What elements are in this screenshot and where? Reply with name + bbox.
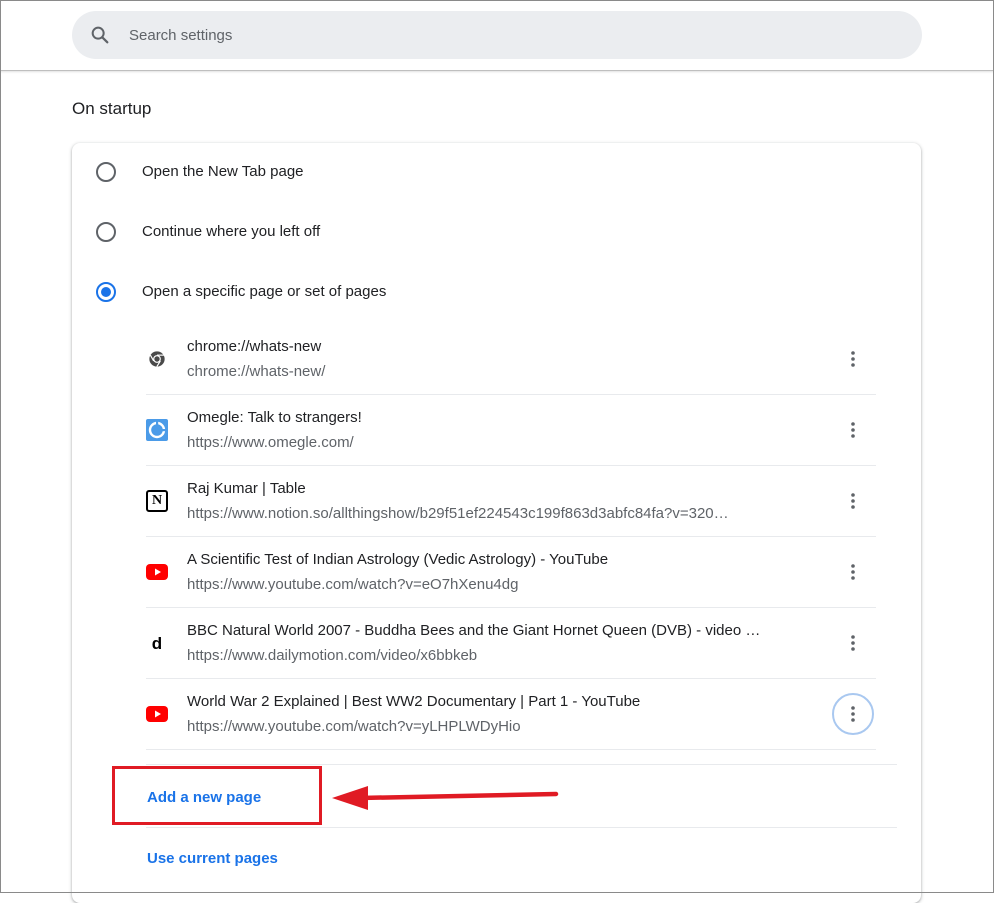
list-item: N Raj Kumar | Table https://www.notion.s… <box>146 466 876 537</box>
page-title: A Scientific Test of Indian Astrology (V… <box>187 551 609 568</box>
more-vert-icon <box>851 351 855 367</box>
page-url: https://www.dailymotion.com/video/x6bbke… <box>187 647 478 664</box>
page-title: Raj Kumar | Table <box>187 480 306 497</box>
radio-button-checked[interactable] <box>96 282 116 302</box>
more-actions-button[interactable] <box>832 480 874 522</box>
omegle-icon <box>146 419 168 441</box>
search-bar[interactable] <box>72 11 922 59</box>
page-url: chrome://whats-new/ <box>187 363 326 380</box>
youtube-icon <box>146 561 168 583</box>
page-url: https://www.youtube.com/watch?v=eO7hXenu… <box>187 576 519 593</box>
radio-label: Open a specific page or set of pages <box>142 283 387 300</box>
more-actions-button[interactable] <box>832 622 874 664</box>
annotation-arrow-icon <box>332 786 559 810</box>
radio-continue-where-left-off[interactable]: Continue where you left off <box>72 203 921 263</box>
more-vert-icon <box>851 564 855 580</box>
page-title: World War 2 Explained | Best WW2 Documen… <box>187 693 641 710</box>
list-item: d BBC Natural World 2007 - Buddha Bees a… <box>146 608 876 679</box>
more-actions-button[interactable] <box>832 551 874 593</box>
divider <box>146 827 897 828</box>
more-actions-button[interactable] <box>832 338 874 380</box>
list-item: A Scientific Test of Indian Astrology (V… <box>146 537 876 608</box>
section-title: On startup <box>72 99 152 118</box>
annotation-highlight-box <box>112 766 322 825</box>
youtube-icon <box>146 703 168 725</box>
startup-pages-list: chrome://whats-new chrome://whats-new/ O… <box>146 324 897 764</box>
top-toolbar <box>0 0 994 71</box>
more-vert-icon <box>851 493 855 509</box>
page-title: BBC Natural World 2007 - Buddha Bees and… <box>187 622 761 639</box>
radio-open-new-tab[interactable]: Open the New Tab page <box>72 143 921 203</box>
page-url: https://www.omegle.com/ <box>187 434 354 451</box>
use-current-pages-link[interactable]: Use current pages <box>147 850 278 867</box>
page-title: Omegle: Talk to strangers! <box>187 409 362 426</box>
radio-button[interactable] <box>96 222 116 242</box>
chrome-icon <box>146 348 168 370</box>
search-icon <box>91 26 109 44</box>
list-item: chrome://whats-new chrome://whats-new/ <box>146 324 876 395</box>
more-actions-button[interactable] <box>832 409 874 451</box>
more-vert-icon <box>851 635 855 651</box>
radio-open-specific-pages[interactable]: Open a specific page or set of pages <box>72 263 921 323</box>
dailymotion-icon: d <box>151 633 163 653</box>
notion-icon: N <box>146 490 168 512</box>
list-item: World War 2 Explained | Best WW2 Documen… <box>146 679 876 750</box>
more-actions-button[interactable] <box>832 693 874 735</box>
more-vert-icon <box>851 706 855 722</box>
divider <box>146 764 897 765</box>
more-vert-icon <box>851 422 855 438</box>
page-title: chrome://whats-new <box>187 338 322 355</box>
page-url: https://www.youtube.com/watch?v=yLHPLWDy… <box>187 718 521 735</box>
page-url: https://www.notion.so/allthingshow/b29f5… <box>187 505 729 522</box>
radio-label: Open the New Tab page <box>142 163 304 180</box>
radio-label: Continue where you left off <box>142 223 321 240</box>
list-item: Omegle: Talk to strangers! https://www.o… <box>146 395 876 466</box>
search-input[interactable] <box>129 11 889 59</box>
radio-button[interactable] <box>96 162 116 182</box>
